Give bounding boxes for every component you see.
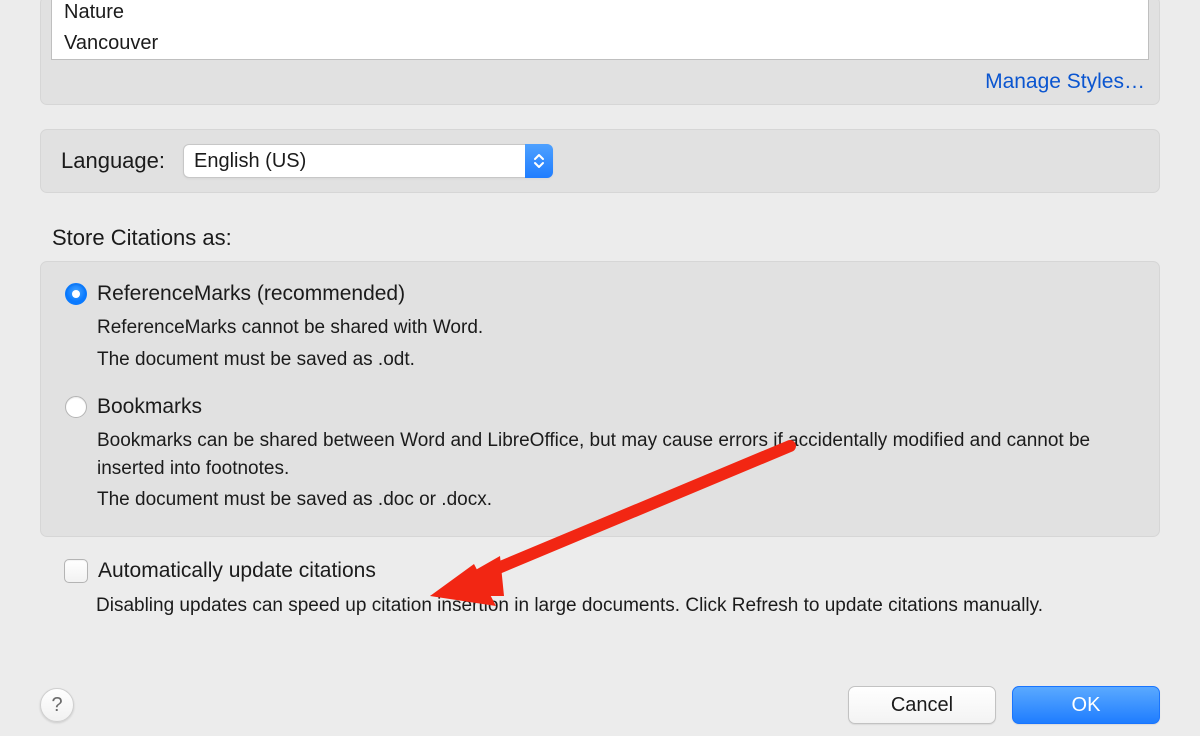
auto-update-checkbox-row[interactable]: Automatically update citations (64, 559, 1160, 583)
citation-styles-panel: Nature Vancouver Manage Styles… (40, 0, 1160, 105)
language-label: Language: (61, 148, 165, 174)
language-select-value: English (US) (183, 144, 553, 178)
radio-bookmarks[interactable]: Bookmarks (65, 395, 1135, 419)
checkbox-icon (64, 559, 88, 583)
help-button[interactable]: ? (40, 688, 74, 722)
citation-style-list[interactable]: Nature Vancouver (51, 0, 1149, 60)
language-select[interactable]: English (US) (183, 144, 553, 178)
radio-icon (65, 283, 87, 305)
radio-label: ReferenceMarks (recommended) (97, 282, 405, 306)
citation-style-item[interactable]: Nature (52, 0, 1148, 28)
radio-label: Bookmarks (97, 395, 202, 419)
ok-button[interactable]: OK (1012, 686, 1160, 724)
auto-update-label: Automatically update citations (98, 559, 376, 583)
referencemarks-desc-2: The document must be saved as .odt. (97, 346, 1135, 374)
bookmarks-desc-1: Bookmarks can be shared between Word and… (97, 427, 1135, 482)
language-panel: Language: English (US) (40, 129, 1160, 193)
referencemarks-desc-1: ReferenceMarks cannot be shared with Wor… (97, 314, 1135, 342)
manage-styles-link[interactable]: Manage Styles… (41, 64, 1159, 104)
store-citations-title: Store Citations as: (52, 225, 1200, 251)
citation-style-item[interactable]: Vancouver (52, 28, 1148, 59)
select-stepper-icon[interactable] (525, 144, 553, 178)
bookmarks-desc-2: The document must be saved as .doc or .d… (97, 486, 1135, 514)
auto-update-section: Automatically update citations Disabling… (64, 559, 1160, 617)
radio-icon (65, 396, 87, 418)
auto-update-desc: Disabling updates can speed up citation … (96, 595, 1160, 617)
store-citations-panel: ReferenceMarks (recommended) ReferenceMa… (40, 261, 1160, 537)
cancel-button[interactable]: Cancel (848, 686, 996, 724)
dialog-footer: ? Cancel OK (0, 686, 1200, 724)
radio-referencemarks[interactable]: ReferenceMarks (recommended) (65, 282, 1135, 306)
